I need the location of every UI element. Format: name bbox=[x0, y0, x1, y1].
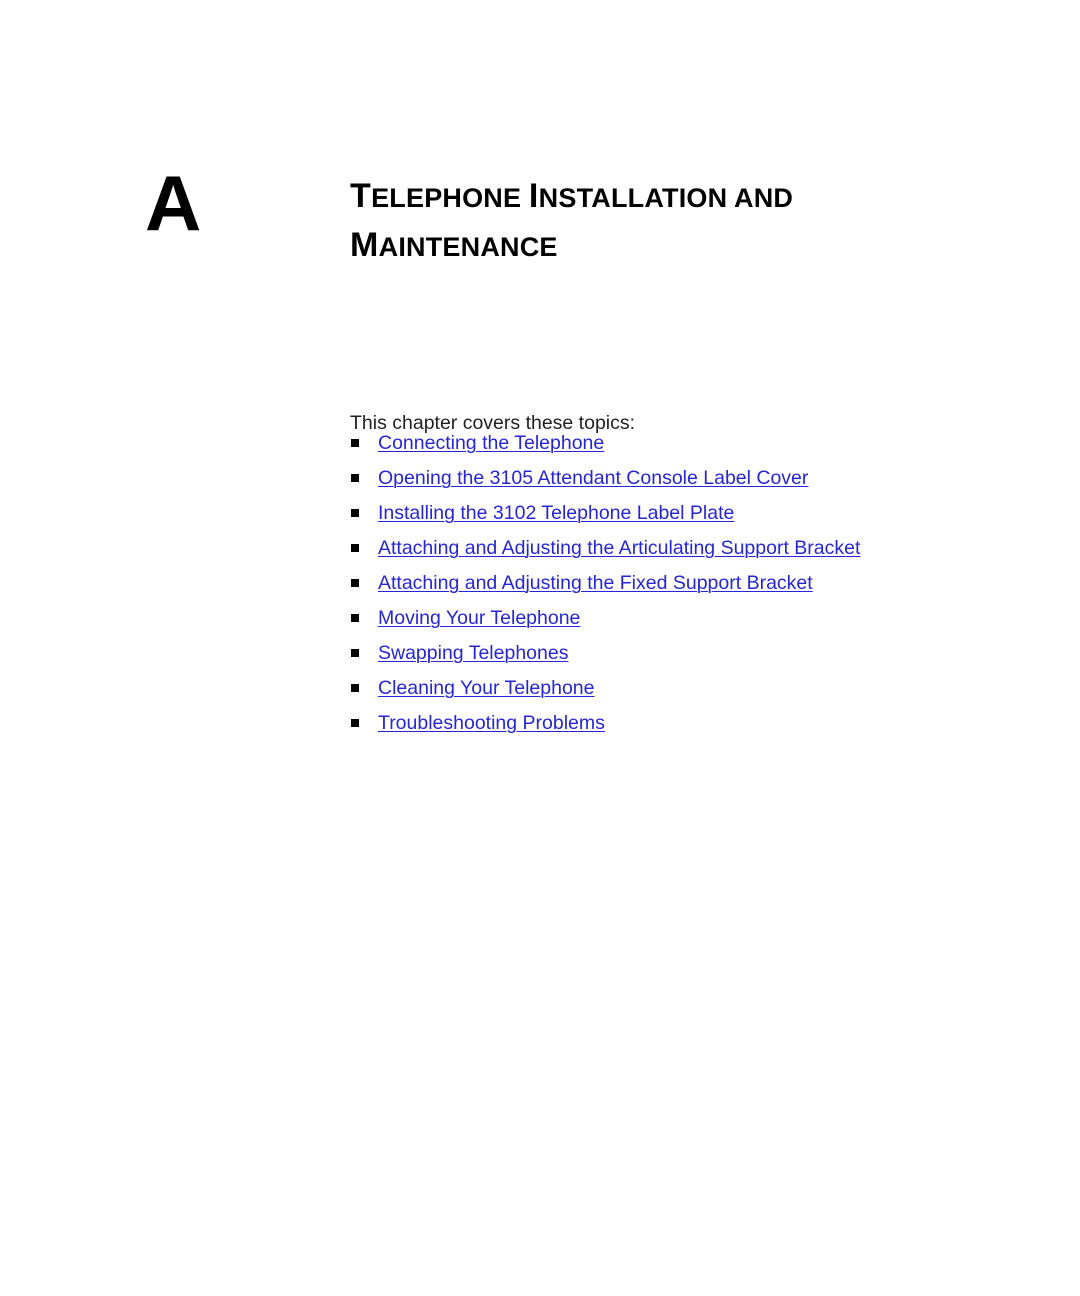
topic-link-installing-3102-label-plate[interactable]: Installing the 3102 Telephone Label Plat… bbox=[378, 501, 734, 525]
list-item: Connecting the Telephone bbox=[350, 425, 970, 460]
title-words-installation-and: NSTALLATION AND bbox=[538, 182, 794, 213]
title-word-maintenance: AINTENANCE bbox=[378, 231, 558, 262]
square-bullet-icon bbox=[351, 613, 359, 622]
list-item: Attaching and Adjusting the Articulating… bbox=[350, 530, 970, 565]
chapter-letter: A bbox=[145, 159, 201, 247]
topic-link-cleaning-your-telephone[interactable]: Cleaning Your Telephone bbox=[378, 676, 595, 700]
topic-link-swapping-telephones[interactable]: Swapping Telephones bbox=[378, 641, 568, 665]
square-bullet-icon bbox=[351, 473, 359, 482]
list-item: Installing the 3102 Telephone Label Plat… bbox=[350, 495, 970, 530]
list-item: Troubleshooting Problems bbox=[350, 705, 970, 740]
topic-link-fixed-support-bracket[interactable]: Attaching and Adjusting the Fixed Suppor… bbox=[378, 571, 813, 595]
topic-link-troubleshooting-problems[interactable]: Troubleshooting Problems bbox=[378, 711, 605, 735]
title-initial-m: M bbox=[350, 225, 379, 264]
list-item: Cleaning Your Telephone bbox=[350, 670, 970, 705]
list-item: Attaching and Adjusting the Fixed Suppor… bbox=[350, 565, 970, 600]
topic-link-articulating-support-bracket[interactable]: Attaching and Adjusting the Articulating… bbox=[378, 536, 860, 560]
title-initial-t: T bbox=[350, 176, 372, 215]
topic-link-moving-your-telephone[interactable]: Moving Your Telephone bbox=[378, 606, 580, 630]
document-page: A TELEPHONE INSTALLATION AND MAINTENANCE… bbox=[0, 0, 1080, 1296]
topic-link-connecting-the-telephone[interactable]: Connecting the Telephone bbox=[378, 431, 604, 455]
square-bullet-icon bbox=[351, 578, 359, 587]
title-initial-i: I bbox=[528, 176, 539, 215]
list-item: Swapping Telephones bbox=[350, 635, 970, 670]
topic-link-list: Connecting the Telephone Opening the 310… bbox=[350, 425, 970, 740]
square-bullet-icon bbox=[351, 648, 359, 657]
square-bullet-icon bbox=[351, 543, 359, 552]
page-title-line-2: MAINTENANCE bbox=[350, 222, 970, 271]
list-item: Opening the 3105 Attendant Console Label… bbox=[350, 460, 970, 495]
title-word-telephone: ELEPHONE bbox=[371, 182, 529, 213]
square-bullet-icon bbox=[351, 438, 359, 447]
list-item: Moving Your Telephone bbox=[350, 600, 970, 635]
square-bullet-icon bbox=[351, 683, 359, 692]
page-title-line-1: TELEPHONE INSTALLATION AND bbox=[350, 173, 970, 222]
square-bullet-icon bbox=[351, 508, 359, 517]
chapter-header: A TELEPHONE INSTALLATION AND MAINTENANCE bbox=[0, 150, 1080, 270]
page-title: TELEPHONE INSTALLATION AND MAINTENANCE bbox=[350, 173, 970, 271]
square-bullet-icon bbox=[351, 718, 359, 727]
topic-link-opening-3105-label-cover[interactable]: Opening the 3105 Attendant Console Label… bbox=[378, 466, 808, 490]
